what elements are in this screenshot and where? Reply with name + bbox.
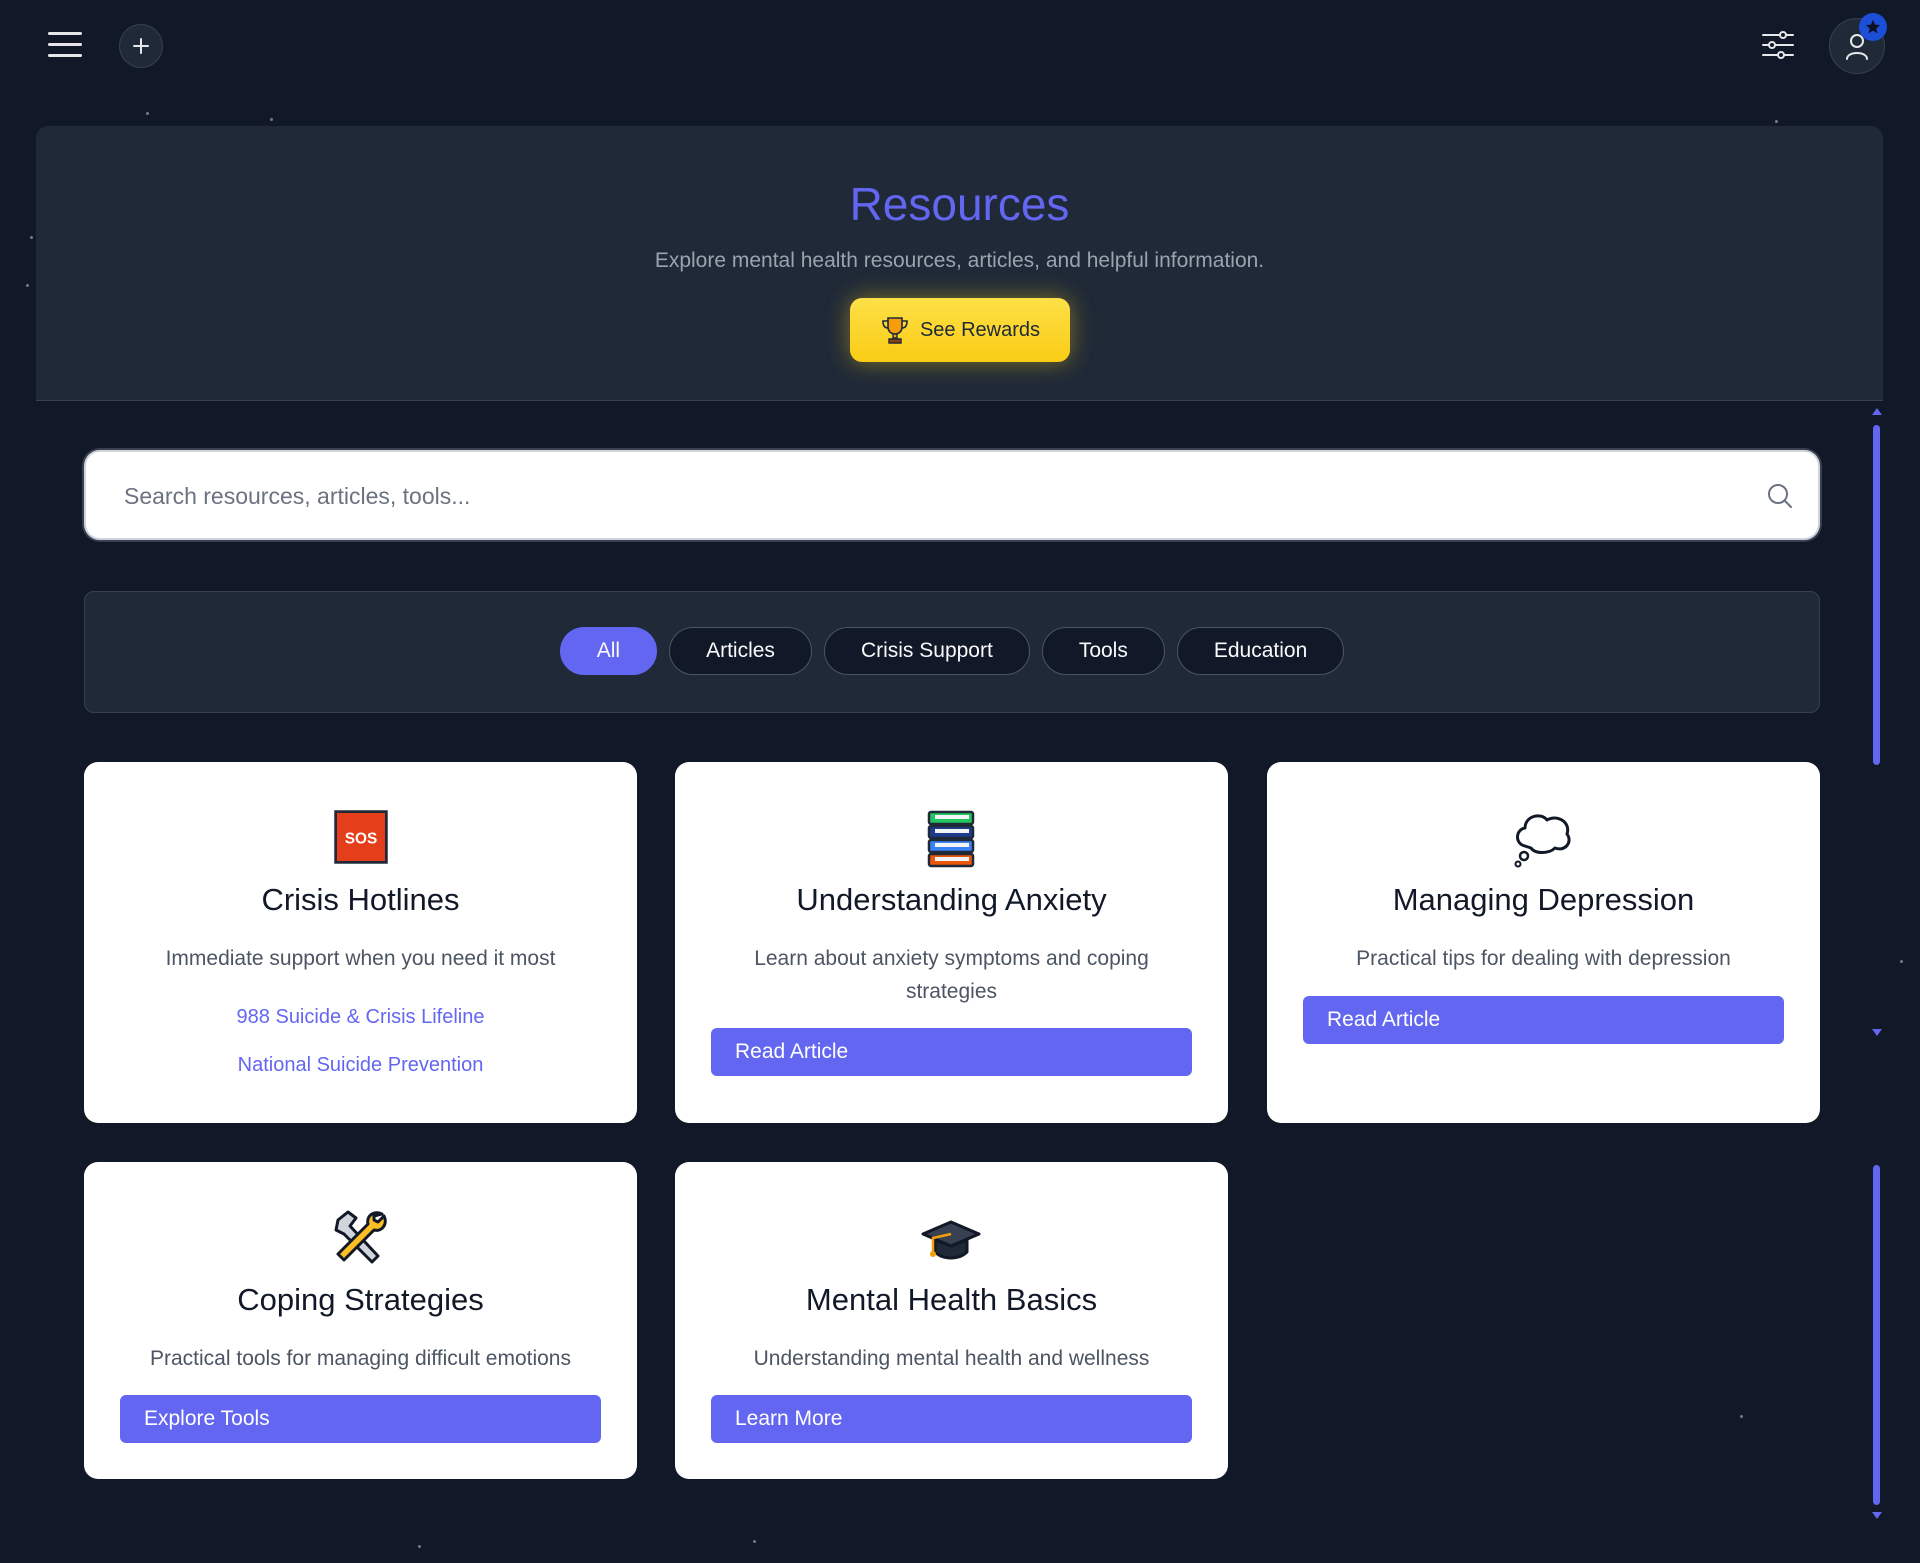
books-icon [927, 810, 975, 868]
filter-articles[interactable]: Articles [669, 627, 812, 675]
scrollbar-thumb[interactable] [1873, 1165, 1880, 1505]
star-dot [1775, 120, 1778, 123]
filter-chips: All Articles Crisis Support Tools Educat… [85, 627, 1819, 675]
search-icon[interactable] [1766, 482, 1794, 510]
read-article-button[interactable]: Read Article [711, 1028, 1192, 1076]
star-dot [1740, 1415, 1743, 1418]
filter-crisis-support[interactable]: Crisis Support [823, 627, 1030, 675]
svg-text:SOS: SOS [345, 830, 378, 847]
card-title: Managing Depression [1392, 882, 1695, 917]
resource-card-crisis-hotlines: SOS Crisis Hotlines Immediate support wh… [84, 762, 637, 1123]
learn-more-button[interactable]: Learn More [711, 1395, 1192, 1443]
top-bar [0, 0, 1920, 90]
scrollbar-thumb[interactable] [1873, 425, 1880, 765]
card-title: Crisis Hotlines [261, 882, 460, 917]
star-icon [1865, 19, 1881, 34]
resource-card-managing-depression: Managing Depression Practical tips for d… [1267, 762, 1820, 1123]
star-dot [753, 1540, 756, 1543]
star-dot [30, 236, 33, 239]
page-subtitle: Explore mental health resources, article… [654, 248, 1265, 272]
add-button[interactable] [119, 24, 163, 68]
star-dot [26, 284, 29, 287]
card-description: Learn about anxiety symptoms and coping … [754, 947, 1149, 1003]
thought-bubble-icon [1514, 814, 1571, 868]
graduation-cap-icon [921, 1220, 981, 1260]
card-description: Practical tools for managing difficult e… [150, 1347, 571, 1370]
resource-card-coping-strategies: Coping Strategies Practical tools for ma… [84, 1162, 637, 1479]
explore-tools-button[interactable]: Explore Tools [120, 1395, 601, 1443]
hamburger-menu-icon[interactable] [48, 30, 82, 58]
card-title: Understanding Anxiety [796, 882, 1107, 917]
read-article-button[interactable]: Read Article [1303, 996, 1784, 1044]
star-dot [1900, 960, 1903, 963]
profile-badge [1859, 13, 1887, 41]
card-title: Mental Health Basics [805, 1282, 1098, 1317]
resources-header: Resources Explore mental health resource… [36, 126, 1883, 401]
filter-education[interactable]: Education [1176, 627, 1345, 675]
star-dot [270, 118, 273, 121]
card-description: Understanding mental health and wellness [753, 1347, 1150, 1370]
resource-card-mental-health-basics: Mental Health Basics Understanding menta… [675, 1162, 1228, 1479]
see-rewards-button[interactable]: See Rewards [850, 298, 1070, 362]
crisis-lifeline-link[interactable]: 988 Suicide & Crisis Lifeline [84, 1006, 637, 1029]
scroll-down-arrow[interactable] [1872, 1029, 1882, 1036]
filter-all[interactable]: All [559, 627, 658, 675]
star-dot [418, 1545, 421, 1548]
filter-panel: All Articles Crisis Support Tools Educat… [84, 591, 1820, 713]
card-description: Immediate support when you need it most [165, 947, 556, 970]
trophy-icon [882, 317, 908, 344]
resource-card-understanding-anxiety: Understanding Anxiety Learn about anxiet… [675, 762, 1228, 1123]
card-description: Practical tips for dealing with depressi… [1356, 947, 1731, 970]
see-rewards-label: See Rewards [919, 318, 1041, 341]
plus-icon [133, 38, 149, 54]
star-dot [146, 112, 149, 115]
filter-tools[interactable]: Tools [1041, 627, 1165, 675]
page-title: Resources [849, 178, 1070, 230]
search-input[interactable] [122, 452, 1726, 540]
tools-icon [334, 1210, 387, 1264]
suicide-prevention-link[interactable]: National Suicide Prevention [84, 1054, 637, 1077]
sos-icon: SOS [334, 810, 388, 864]
sliders-icon[interactable] [1761, 28, 1795, 62]
search-bar [84, 450, 1820, 540]
scroll-up-arrow[interactable] [1872, 408, 1882, 415]
card-title: Coping Strategies [237, 1282, 484, 1317]
scroll-down-arrow[interactable] [1872, 1512, 1882, 1519]
